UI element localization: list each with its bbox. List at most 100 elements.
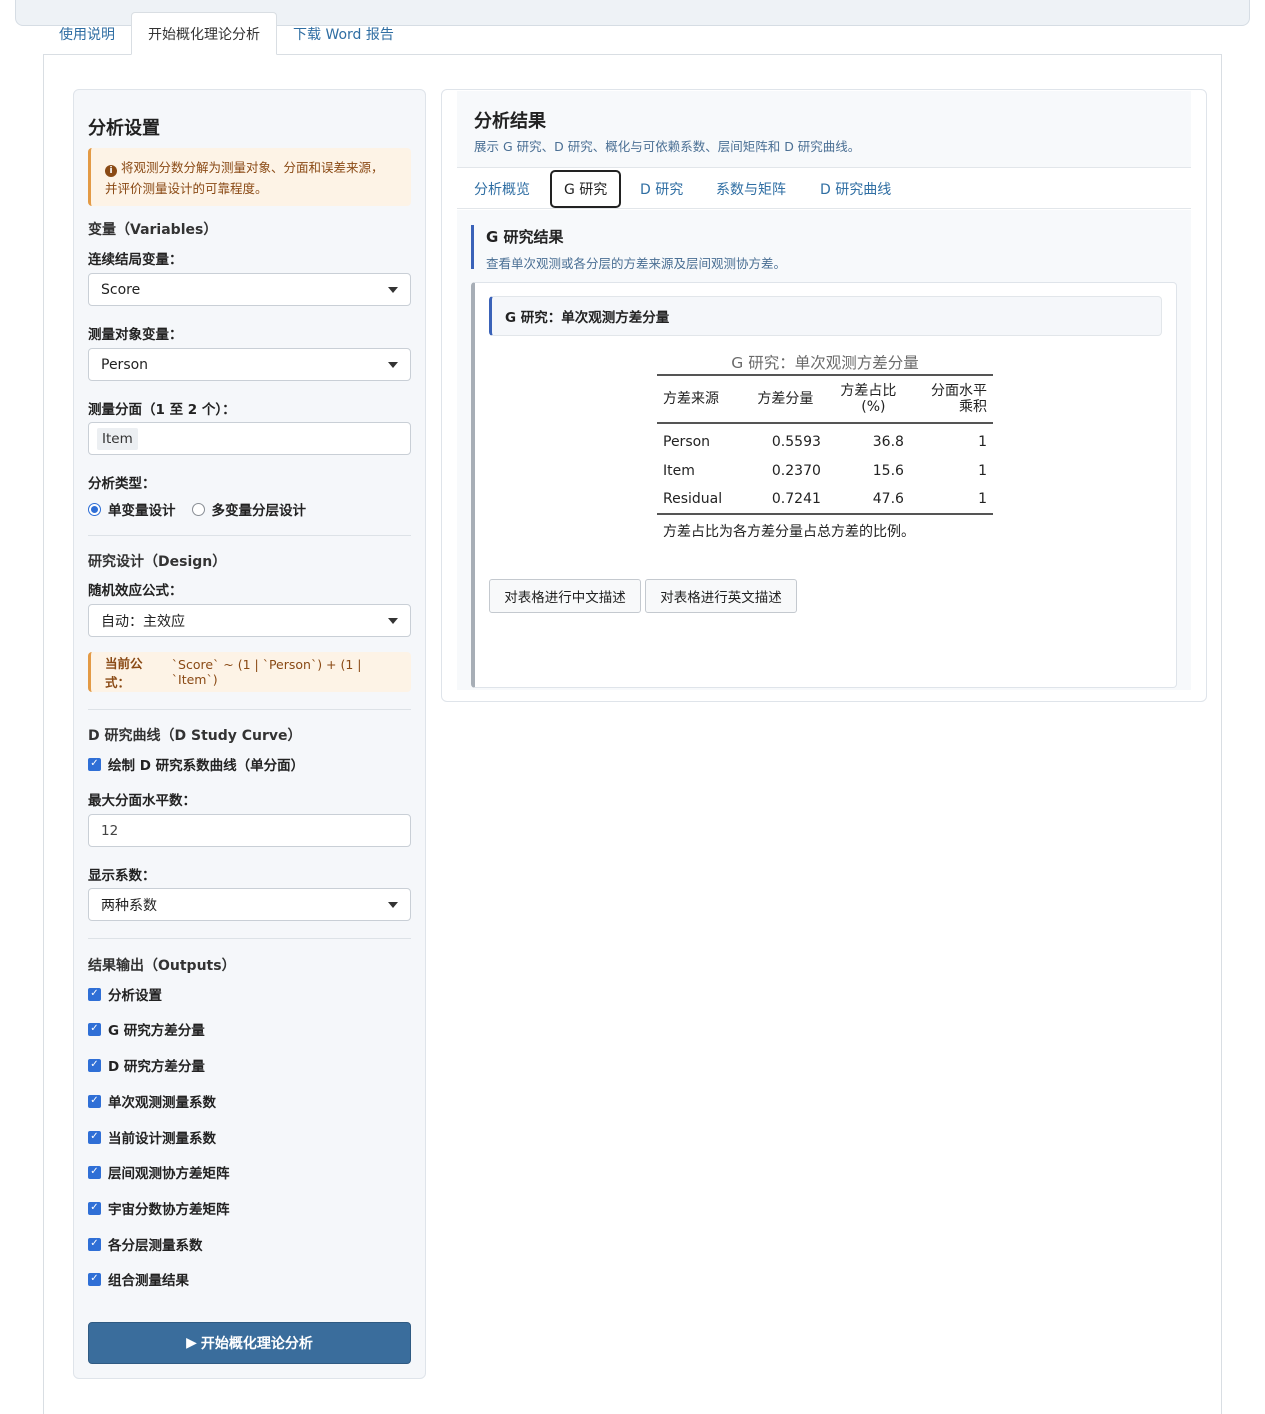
variance-table: 方差来源 方差分量 方差占比 (%) 分面水平 乘积 Person 0.5593… <box>657 374 993 515</box>
settings-title: 分析设置 <box>88 118 160 139</box>
output-label: 单次观测测量系数 <box>108 1095 216 1111</box>
cell-levels: 1 <box>909 485 993 515</box>
output-checkbox[interactable]: ✓ 单次观测测量系数 <box>88 1091 411 1111</box>
tab-dstudy-curve[interactable]: D 研究曲线 <box>820 179 891 199</box>
outcome-label: 连续结局变量： <box>88 252 183 268</box>
cell-levels: 1 <box>978 462 987 479</box>
tab-overview[interactable]: 分析概览 <box>474 179 530 199</box>
analysis-type-label: 分析类型： <box>88 476 156 492</box>
output-checkbox[interactable]: ✓ G 研究方差分量 <box>88 1019 411 1039</box>
check-icon[interactable]: ✓ <box>88 757 101 771</box>
current-formula-label: 当前公式： <box>105 656 143 690</box>
output-label: 当前设计测量系数 <box>108 1131 216 1147</box>
coef-value: 两种系数 <box>101 897 157 914</box>
check-icon[interactable]: ✓ <box>88 987 101 1001</box>
check-icon[interactable]: ✓ <box>88 1058 101 1072</box>
intro-alert-line1: 将观测分数分解为测量对象、分面和误差来源， <box>121 160 384 175</box>
facets-multiselect[interactable]: Item <box>88 422 411 455</box>
coef-label: 显示系数： <box>88 868 156 884</box>
radio-button[interactable] <box>88 502 101 516</box>
table-note: 方差占比为各方差分量占总方差的比例。 <box>663 524 915 540</box>
header-pct-line1: 方差占比 <box>840 383 897 399</box>
radio-button[interactable] <box>191 502 205 516</box>
check-icon[interactable]: ✓ <box>88 1165 101 1179</box>
output-checkbox[interactable]: ✓ D 研究方差分量 <box>88 1055 411 1075</box>
plot-dstudy-label: 绘制 D 研究系数曲线（单分面） <box>108 758 305 774</box>
cell-pct: 47.6 <box>826 485 910 515</box>
outputs-section-title: 结果输出（Outputs） <box>88 958 236 974</box>
gstudy-title: G 研究结果 <box>486 228 564 246</box>
header-levels-line2: 乘积 <box>959 399 987 415</box>
output-checkbox[interactable]: ✓ 层间观测协方差矩阵 <box>88 1162 411 1182</box>
output-checkbox[interactable]: ✓ 分析设置 <box>88 984 411 1004</box>
output-label: 层间观测协方差矩阵 <box>108 1166 230 1182</box>
plot-dstudy-checkbox[interactable]: ✓ 绘制 D 研究系数曲线（单分面） <box>88 754 411 774</box>
chevron-down-icon <box>388 901 398 908</box>
formula-select[interactable]: 自动：主效应 <box>88 604 411 637</box>
describe-cn-button[interactable]: 对表格进行中文描述 <box>489 579 641 613</box>
results-title: 分析结果 <box>474 111 546 132</box>
facets-label: 测量分面（1 至 2 个）： <box>88 402 236 418</box>
intro-alert: i 将观测分数分解为测量对象、分面和误差来源， 并评价测量设计的可靠程度。 <box>88 148 411 206</box>
nav-tabs: 使用说明 开始概化理论分析 下载 Word 报告 <box>43 12 410 55</box>
run-analysis-button[interactable]: ▶ 开始概化理论分析 <box>88 1322 411 1364</box>
cell-var: 0.2370 <box>771 462 821 479</box>
max-levels-label: 最大分面水平数： <box>88 793 196 809</box>
object-select[interactable]: Person <box>88 348 411 381</box>
divider <box>88 709 411 710</box>
tab-gstudy[interactable]: G 研究 <box>550 170 622 208</box>
outcome-select[interactable]: Score <box>88 273 411 306</box>
results-tabs: 分析概览 G 研究 D 研究 系数与矩阵 D 研究曲线 <box>457 169 1191 209</box>
output-checkbox[interactable]: ✓ 当前设计测量系数 <box>88 1127 411 1147</box>
settings-sidebar: 分析设置 i 将观测分数分解为测量对象、分面和误差来源， 并评价测量设计的可靠程度… <box>73 89 426 1379</box>
play-icon: ▶ <box>186 1335 197 1351</box>
outcome-value: Score <box>101 281 141 298</box>
info-icon: i <box>105 165 117 177</box>
radio-multivariate[interactable]: 多变量分层设计 <box>191 499 306 519</box>
chevron-down-icon <box>388 361 398 368</box>
tab-download-word[interactable]: 下载 Word 报告 <box>277 12 410 55</box>
cell-var: 0.5593 <box>771 434 821 450</box>
check-icon[interactable]: ✓ <box>88 1094 101 1108</box>
output-label: 组合测量结果 <box>108 1273 189 1289</box>
formula-label: 随机效应公式： <box>88 583 183 599</box>
tab-start-analysis[interactable]: 开始概化理论分析 <box>131 12 277 55</box>
run-analysis-label: 开始概化理论分析 <box>200 1336 313 1352</box>
table-row: Residual 0.7241 47.6 1 <box>657 485 993 515</box>
check-icon[interactable]: ✓ <box>88 1130 101 1144</box>
facet-chip[interactable]: Item <box>97 427 138 450</box>
header-pct-line2: (%) <box>861 399 886 415</box>
radio-univariate[interactable]: 单变量设计 <box>88 499 176 519</box>
check-icon[interactable]: ✓ <box>88 1022 101 1036</box>
table-header-row: 方差来源 方差分量 方差占比 (%) 分面水平 乘积 <box>657 374 993 424</box>
output-checkbox[interactable]: ✓ 组合测量结果 <box>88 1269 411 1289</box>
tab-dstudy[interactable]: D 研究 <box>640 179 683 199</box>
gstudy-heading: G 研究结果 查看单次观测或各分层的方差来源及层间观测协方差。 <box>471 225 787 271</box>
results-header: 分析结果 展示 G 研究、D 研究、概化与可依赖系数、层间矩阵和 D 研究曲线。 <box>457 91 1191 168</box>
gstudy-subtitle: 查看单次观测或各分层的方差来源及层间观测协方差。 <box>486 256 787 271</box>
output-checkbox[interactable]: ✓ 各分层测量系数 <box>88 1234 411 1254</box>
dstudy-section-title: D 研究曲线（D Study Curve） <box>88 728 302 744</box>
radio-label: 单变量设计 <box>108 503 176 519</box>
max-levels-input[interactable]: 12 <box>88 814 411 847</box>
results-panel: 分析结果 展示 G 研究、D 研究、概化与可依赖系数、层间矩阵和 D 研究曲线。… <box>441 89 1207 702</box>
tab-coefficients[interactable]: 系数与矩阵 <box>716 179 786 199</box>
card-title: G 研究：单次观测方差分量 <box>489 296 1162 336</box>
table-caption: G 研究：单次观测方差分量 <box>731 354 919 372</box>
header-source: 方差来源 <box>657 374 744 424</box>
table-row: Item 0.2370 15.6 1 <box>657 456 993 485</box>
chevron-down-icon <box>388 286 398 293</box>
coef-select[interactable]: 两种系数 <box>88 888 411 921</box>
tab-instructions[interactable]: 使用说明 <box>43 12 131 55</box>
header-pct: 方差占比 (%) <box>826 374 910 424</box>
describe-en-button[interactable]: 对表格进行英文描述 <box>645 579 797 613</box>
design-section-title: 研究设计（Design） <box>88 554 227 570</box>
check-icon[interactable]: ✓ <box>88 1237 101 1251</box>
gstudy-section: G 研究结果 查看单次观测或各分层的方差来源及层间观测协方差。 G 研究：单次观… <box>457 210 1191 690</box>
divider <box>88 938 411 939</box>
output-checkbox[interactable]: ✓ 宇宙分数协方差矩阵 <box>88 1198 411 1218</box>
output-label: 各分层测量系数 <box>108 1238 203 1254</box>
variables-section-title: 变量（Variables） <box>88 222 218 238</box>
check-icon[interactable]: ✓ <box>88 1272 101 1286</box>
check-icon[interactable]: ✓ <box>88 1201 101 1215</box>
